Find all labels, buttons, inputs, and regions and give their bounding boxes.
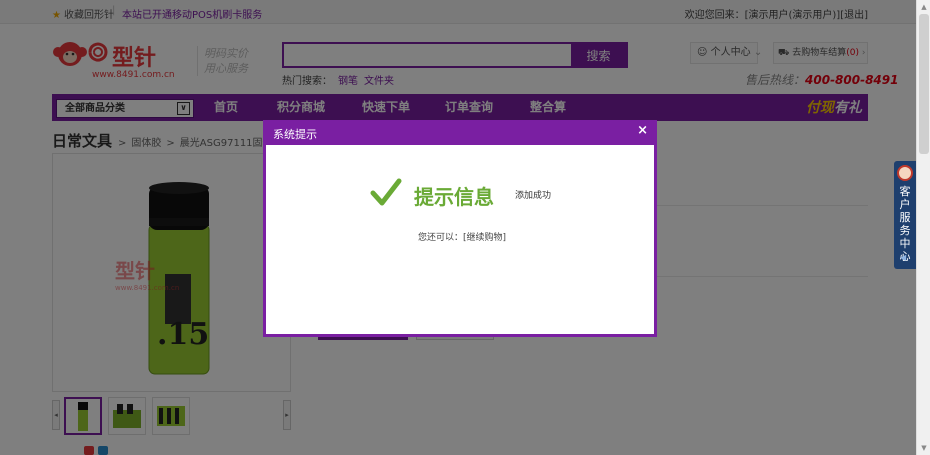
dialog-heading: 提示信息 (414, 185, 494, 209)
dialog-body: 提示信息 添加成功 您还可以：[继续购物] (266, 145, 654, 334)
dialog-title: 系统提示 (273, 128, 317, 141)
scrollbar-thumb[interactable] (919, 14, 929, 154)
customer-service-label: 客户服务中心 (899, 185, 911, 263)
close-icon[interactable]: × (637, 123, 648, 138)
scroll-down-icon[interactable]: ▼ (919, 443, 929, 453)
page-scrollbar[interactable]: ▲ ▼ (916, 0, 930, 455)
dialog-message: 添加成功 (515, 191, 552, 201)
scroll-up-icon[interactable]: ▲ (919, 2, 929, 12)
continue-shopping-link[interactable]: [继续购物] (463, 233, 506, 243)
checkmark-icon (370, 178, 402, 206)
agent-avatar-icon (897, 165, 913, 181)
system-dialog: 系统提示 × 提示信息 添加成功 您还可以：[继续购物] (263, 120, 657, 337)
chevron-left-icon: ◀ (900, 253, 907, 262)
dialog-next-actions: 您还可以：[继续购物] (418, 233, 507, 243)
customer-service-tab[interactable]: 客户服务中心 ◀ (894, 161, 916, 269)
